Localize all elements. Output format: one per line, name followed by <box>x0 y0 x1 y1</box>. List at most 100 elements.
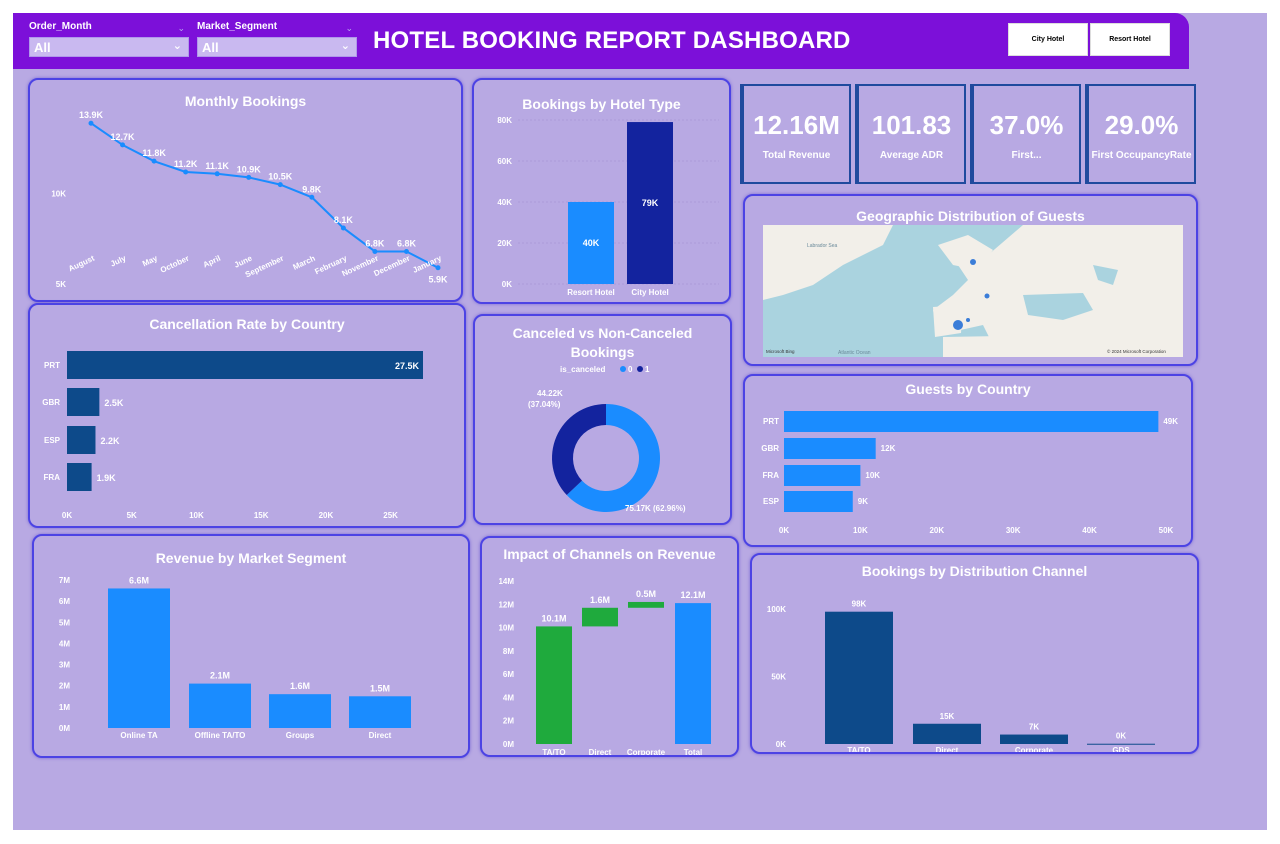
x-tick-label: May <box>141 253 159 268</box>
map-point[interactable] <box>984 293 990 299</box>
x-tick-label: Direct <box>369 731 392 740</box>
x-tick-label: 20K <box>929 526 944 535</box>
y-tick-label: 0M <box>59 724 70 733</box>
bar <box>108 588 170 728</box>
x-tick-label: 25K <box>383 511 398 520</box>
bar <box>825 611 893 744</box>
bar <box>784 491 853 512</box>
data-label: 9K <box>858 497 868 506</box>
y-tick-label: 4M <box>59 639 70 648</box>
kpi-label: Average ADR <box>879 150 944 161</box>
slicer-order-month-value: All <box>34 40 51 55</box>
legend-label: 0 <box>628 365 633 374</box>
page-title: HOTEL BOOKING REPORT DASHBOARD <box>373 27 851 54</box>
data-point <box>340 225 346 231</box>
geo-map-title: Geographic Distribution of Guests <box>856 208 1085 224</box>
x-tick-label: July <box>109 253 128 268</box>
data-point <box>214 171 220 177</box>
y-tick-label: PRT <box>763 417 779 426</box>
data-label: 10.1M <box>541 613 566 623</box>
x-tick-label: 40K <box>1082 526 1097 535</box>
x-tick-label: Resort Hotel <box>567 288 615 297</box>
x-tick-label: 50K <box>1159 526 1174 535</box>
legend-title: is_canceled <box>560 365 605 374</box>
map-label-atlantic: Atlantic Ocean <box>838 350 871 356</box>
dashboard-canvas: Order_Month ⌄ All ⌄ Market_Segment ⌄ All… <box>13 13 1267 830</box>
y-tick-label: 12M <box>498 600 514 609</box>
data-point <box>246 174 252 180</box>
y-tick-label: 20K <box>497 239 512 248</box>
kpi-value: 29.0% <box>1104 110 1179 140</box>
slicer-market-segment[interactable]: Market_Segment ⌄ All ⌄ <box>197 21 357 57</box>
kpi-occupancy-rate: 29.0% First OccupancyRate <box>1085 84 1196 184</box>
kpi-total-revenue: 12.16M Total Revenue <box>740 84 851 184</box>
y-tick-label: 6M <box>59 597 70 606</box>
x-tick-label: 0K <box>62 511 72 520</box>
kpi-value: 37.0% <box>989 110 1064 140</box>
data-point <box>277 182 283 188</box>
map-point[interactable] <box>970 259 976 265</box>
slicer-market-segment-value: All <box>202 40 219 55</box>
distribution-card: Bookings by Distribution Channel 100K 50K… <box>750 553 1199 754</box>
cancellation-card: Cancellation Rate by Country PRT 27.5K GBR… <box>28 303 466 528</box>
data-label: 0K <box>1116 732 1126 741</box>
x-tick-label: 5K <box>127 511 137 520</box>
data-label: 12.1M <box>680 590 705 600</box>
slicer-order-month-label: Order_Month <box>29 21 92 32</box>
chevron-down-icon: ⌄ <box>340 40 350 52</box>
data-label: 8.1K <box>334 215 354 225</box>
x-tick-label: December <box>372 254 411 279</box>
legend-marker <box>637 366 643 372</box>
kpi-average-adr: 101.83 Average ADR <box>855 84 966 184</box>
y-tick-label: 7M <box>59 576 70 585</box>
kpi-value: 101.83 <box>871 110 952 140</box>
y-tick-label: GBR <box>761 444 779 453</box>
data-point <box>120 142 126 148</box>
geo-map-card: Geographic Distribution of Guests Labrad… <box>743 194 1198 366</box>
data-label: 79K <box>642 198 659 208</box>
map-point[interactable] <box>966 318 970 322</box>
data-label: 7K <box>1029 723 1039 732</box>
map-graphic: Labrador Sea Atlantic Ocean Microsoft Bi… <box>763 225 1183 357</box>
y-tick-label: 4M <box>503 693 514 702</box>
y-tick-label: 0K <box>502 280 512 289</box>
market-segment-card: Revenue by Market Segment 7M 6M 5M 4M 3M 2M 1M… <box>32 534 470 758</box>
legend-label: 1 <box>645 365 650 374</box>
y-tick-label: 0K <box>776 740 786 749</box>
y-tick-label: PRT <box>44 361 60 370</box>
y-tick-label: ESP <box>44 436 61 445</box>
canceled-donut-card: Canceled vs Non-Canceled Bookings is_can… <box>473 314 732 525</box>
bar <box>67 463 92 491</box>
map-point[interactable] <box>953 320 963 330</box>
city-hotel-button[interactable]: City Hotel <box>1008 23 1088 56</box>
y-tick-label: 0M <box>503 740 514 749</box>
resort-hotel-button[interactable]: Resort Hotel <box>1090 23 1170 56</box>
data-label: 1.5M <box>370 683 390 693</box>
x-tick-label: 0K <box>779 526 789 535</box>
data-point <box>151 158 157 164</box>
header-bar: Order_Month ⌄ All ⌄ Market_Segment ⌄ All… <box>13 13 1189 69</box>
y-tick-label: 5K <box>56 280 66 289</box>
bing-logo: Microsoft Bing <box>766 349 795 354</box>
bar <box>784 438 876 459</box>
map-label-labrador: Labrador Sea <box>807 243 838 249</box>
kpi-first: 37.0% First... <box>970 84 1081 184</box>
data-point <box>435 265 441 271</box>
slicer-market-segment-dropdown[interactable]: All ⌄ <box>197 37 357 57</box>
cancellation-chart: PRT 27.5K GBR 2.5K ESP 2.2K FRA 1.9K 0K 5K 10K 15K 2… <box>42 351 423 520</box>
bar <box>628 601 664 608</box>
data-label: 49K <box>1163 417 1178 426</box>
slicer-order-month[interactable]: Order_Month ⌄ All ⌄ <box>29 21 189 57</box>
guest-map[interactable]: Labrador Sea Atlantic Ocean Microsoft Bi… <box>763 225 1183 357</box>
data-point <box>183 169 189 175</box>
hotel-type-chart: 80K 60K 40K 20K 0K 40K Resort Hotel 79K City Hot… <box>497 116 719 297</box>
bar <box>1000 734 1068 744</box>
slicer-order-month-dropdown[interactable]: All ⌄ <box>29 37 189 57</box>
y-tick-label: 6M <box>503 670 514 679</box>
y-tick-label: 5M <box>59 618 70 627</box>
y-tick-label: ESP <box>763 497 780 506</box>
data-label: 44.22K <box>537 389 563 398</box>
x-tick-label: TA/TO <box>847 746 870 752</box>
data-label: 6.8K <box>397 238 417 248</box>
y-tick-label: GBR <box>42 398 60 407</box>
